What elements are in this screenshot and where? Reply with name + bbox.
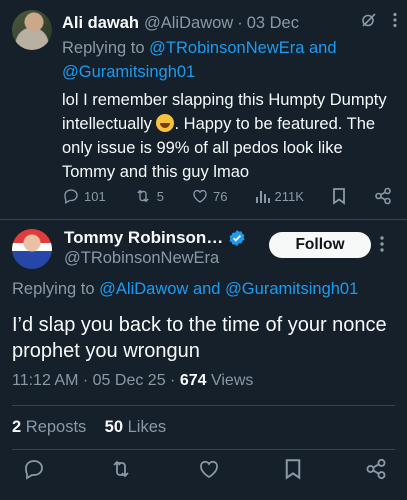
author-handle[interactable]: @AliDawow xyxy=(144,14,233,33)
reply-button[interactable]: 101 xyxy=(62,187,106,205)
author-name[interactable]: Ali dawah xyxy=(62,14,139,33)
views-label: Views xyxy=(210,372,254,389)
reply-icon xyxy=(64,189,78,204)
avatar[interactable] xyxy=(12,10,52,50)
repost-icon xyxy=(137,189,149,203)
tweet-actions: 101 5 76 211K xyxy=(62,184,392,208)
like-button[interactable]: 76 xyxy=(191,187,227,205)
reposts-count: 2 xyxy=(12,418,22,436)
mention-link[interactable]: @Guramitsingh01 xyxy=(62,63,195,81)
tweet-text: I’d slap you back to the time of your no… xyxy=(12,314,387,362)
verified-badge-icon[interactable] xyxy=(228,229,246,247)
replying-and[interactable]: and xyxy=(309,39,337,57)
like-icon xyxy=(199,460,218,478)
tweet-actions xyxy=(22,458,387,484)
author-handle[interactable]: @TRobinsonNewEra xyxy=(64,249,219,268)
tweet-meta: 11:12 AM · 05 Dec 25 · 674 Views xyxy=(12,372,253,390)
repost-button[interactable]: 5 xyxy=(133,187,164,205)
author-name-row: Tommy Robinson… xyxy=(64,228,246,248)
share-button[interactable] xyxy=(374,187,392,205)
replying-to: Replying to @TRobinsonNewEra and @Gurami… xyxy=(62,36,392,84)
likes-stat[interactable]: 50 Likes xyxy=(105,418,166,436)
mention-link[interactable]: @TRobinsonNewEra xyxy=(149,39,304,57)
like-button[interactable] xyxy=(197,457,221,486)
reply-tweet-header: Ali dawah @AliDawow · 03 Dec xyxy=(62,12,397,34)
grok-icon[interactable] xyxy=(361,12,377,33)
bookmark-icon xyxy=(333,188,345,205)
replying-to: Replying to @AliDawow and @Guramitsingh0… xyxy=(12,280,358,299)
tweet-text: lol I remember slapping this Humpty Dump… xyxy=(62,88,397,184)
like-count: 76 xyxy=(213,188,228,204)
mention-link[interactable]: @Guramitsingh01 xyxy=(225,280,358,298)
tweet-stats: 2 Reposts 50 Likes xyxy=(12,418,166,437)
reply-icon xyxy=(25,459,43,480)
bookmark-button[interactable] xyxy=(331,187,347,205)
likes-label: Likes xyxy=(127,418,167,436)
reply-button[interactable] xyxy=(22,457,46,486)
reposts-label: Reposts xyxy=(25,418,87,436)
separator: · xyxy=(170,372,176,389)
replying-prefix: Replying to xyxy=(12,280,95,298)
avatar[interactable] xyxy=(12,229,52,269)
separator: · xyxy=(237,13,243,32)
more-icon[interactable] xyxy=(393,12,397,33)
repost-count: 5 xyxy=(156,188,164,204)
reposts-stat[interactable]: 2 Reposts xyxy=(12,418,91,436)
bookmark-icon xyxy=(285,458,300,480)
replying-and[interactable]: and xyxy=(193,280,221,298)
grinning-sweat-emoji xyxy=(156,114,175,132)
divider xyxy=(0,219,407,220)
repost-icon xyxy=(113,460,129,477)
views-count[interactable]: 674 xyxy=(180,372,207,389)
replying-prefix: Replying to xyxy=(62,39,145,57)
reply-count: 101 xyxy=(84,188,106,204)
header-actions xyxy=(361,12,397,33)
like-icon xyxy=(193,189,207,203)
tweet-date[interactable]: 05 Dec 25 xyxy=(93,372,166,389)
mention-link[interactable]: @AliDawow xyxy=(99,280,188,298)
author-name[interactable]: Tommy Robinson… xyxy=(64,228,223,248)
share-icon xyxy=(366,458,386,479)
reply-tweet[interactable]: Ali dawah @AliDawow · 03 Dec Replying to… xyxy=(0,0,407,220)
divider xyxy=(12,449,395,450)
more-icon[interactable] xyxy=(380,235,384,258)
views-count: 211K xyxy=(274,188,304,204)
tweet-time[interactable]: 11:12 AM xyxy=(12,372,78,389)
views-icon xyxy=(255,191,270,203)
bookmark-button[interactable] xyxy=(283,457,303,486)
separator: · xyxy=(82,372,89,389)
views-button[interactable]: 211K xyxy=(255,188,304,204)
tweet-date[interactable]: 03 Dec xyxy=(247,14,299,33)
follow-button[interactable]: Follow xyxy=(269,232,371,258)
likes-count: 50 xyxy=(104,418,124,436)
share-icon xyxy=(375,187,391,205)
divider xyxy=(12,405,395,406)
share-button[interactable] xyxy=(365,458,387,485)
repost-button[interactable] xyxy=(108,457,134,486)
